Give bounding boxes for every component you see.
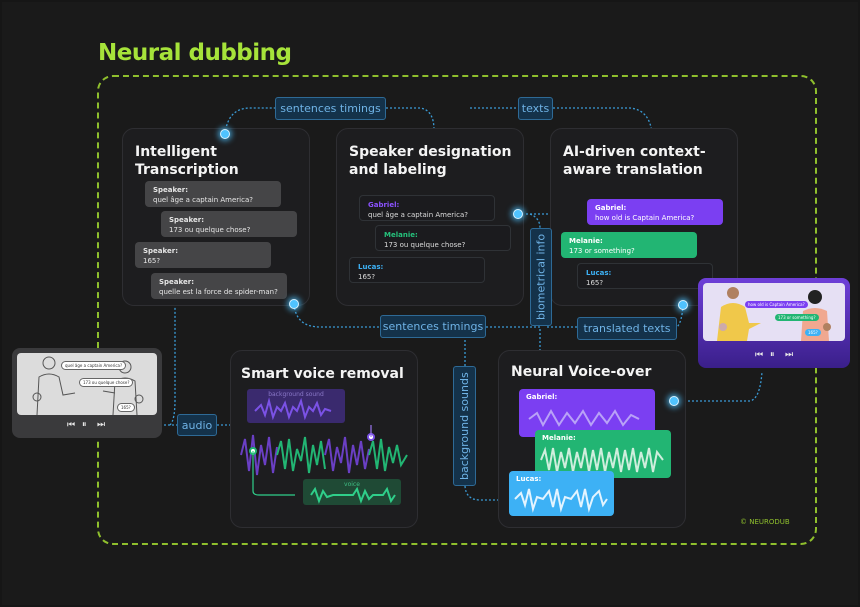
output-bubble: how old is Captain America? [745,301,808,308]
voice-removal-title: Smart voice removal [241,366,404,382]
tag-sentences-timings-top: sentences timings [275,97,386,120]
transcription-card: Intelligent Transcription Speaker: quel â… [122,128,310,306]
prev-button[interactable]: ⏮ [755,350,767,360]
translation-title: AI-driven context- aware translation [563,144,706,178]
copyright-footer: © NEURODUB [740,518,790,526]
tag-translated-texts: translated texts [577,317,677,340]
speaker-bubble: Melanie: 173 ou quelque chose? [375,225,511,251]
transcription-bubble: Speaker: quelle est la force de spider-ma… [151,273,287,299]
line-trans-bottom [293,303,380,328]
voice-over-title: Neural Voice-over [511,364,652,380]
background-sound-track: background sound [247,389,345,423]
tag-texts: texts [518,97,553,120]
speaker-bubble: Lucas: 165? [349,257,485,283]
speaker-bubble: Gabriel: quel âge a captain America? [359,195,495,221]
output-bubble: 173 or something? [775,314,819,321]
source-video-player[interactable]: quel âge a captain America? 173 ou quelq… [12,348,162,438]
next-button[interactable]: ⏭ [97,420,109,430]
connector-dot [678,300,688,310]
tag-audio: audio [177,414,217,436]
line-vo-to-output [676,371,763,402]
source-bubble: quel âge a captain America? [61,361,127,370]
speaker-title: Speaker designation and labeling [349,144,512,178]
connector-dot [289,299,299,309]
pause-button[interactable]: ⏸ [82,420,91,430]
transcription-bubble: Speaker: 173 ou quelque chose? [161,211,297,237]
connector-dot [513,209,523,219]
voice-track: voice [303,479,401,505]
source-bubble: 165? [117,403,135,412]
translation-bubble: Melanie: 173 or something? [561,232,697,258]
voice-removal-card: Smart voice removal background sound voi… [230,350,418,528]
line-timings-to-vo [486,326,541,350]
transcription-bubble: Speaker: 165? [135,242,271,268]
source-bubble: 173 ou quelque chose? [79,378,134,387]
translation-bubble: Gabriel: how old is Captain America? [587,199,723,225]
connector-dot [220,129,230,139]
connector-dot [669,396,679,406]
speaker-card: Speaker designation and labeling Gabriel… [336,128,524,306]
tag-background-sounds: background sounds [453,366,476,486]
output-illustration [717,287,831,341]
voice-waveform [310,486,396,504]
translation-bubble: Lucas: 165? [577,263,713,289]
tag-sentences-timings-mid: sentences timings [380,315,486,338]
prev-button[interactable]: ⏮ [67,420,79,430]
transcription-bubble: Speaker: quel âge a captain America? [145,181,281,207]
output-video-frame: how old is Captain America? 173 or somet… [703,283,845,341]
transcription-title: Intelligent Transcription [135,144,239,178]
output-video-player[interactable]: how old is Captain America? 173 or somet… [698,278,850,368]
tag-biometrical-info: biometrical info [530,228,552,326]
line-bio [529,213,541,229]
line-source-up [169,305,176,426]
background-waveform [254,397,332,421]
line-timings-to-speaker [386,107,435,131]
next-button[interactable]: ⏭ [785,350,797,360]
source-video-frame: quel âge a captain America? 173 ou quelq… [17,353,157,415]
pause-button[interactable]: ⏸ [770,350,779,360]
output-bubble: 165? [805,329,821,336]
voice-over-track-lucas: Lucas: [509,471,614,516]
